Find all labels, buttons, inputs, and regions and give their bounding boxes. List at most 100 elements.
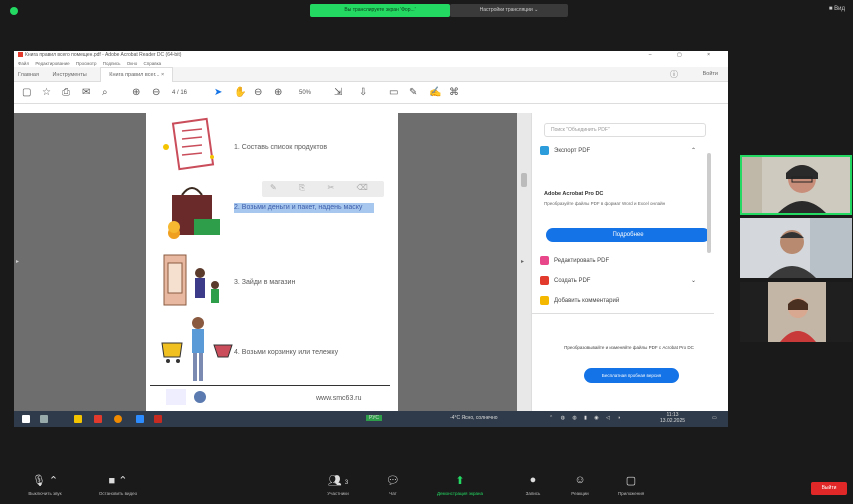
zoom-level[interactable]: 50% (299, 90, 311, 96)
selection-toolbar[interactable]: ✎ ⎘ ✂ ⌫ (262, 181, 384, 197)
zoom-app-icon[interactable] (136, 415, 144, 423)
chrome-icon[interactable] (114, 415, 122, 423)
zoom-out-icon[interactable]: ⊖ (254, 87, 262, 98)
edit-pdf-item[interactable]: Редактировать PDF (540, 253, 706, 269)
chevron-up-icon[interactable]: ⌃ (691, 143, 696, 159)
footer-emblem-icon (194, 391, 206, 403)
page-down-icon[interactable]: ⊖ (152, 87, 160, 98)
microphone-icon: 🎙︎ ⌃ (31, 475, 59, 487)
participant-video-3[interactable] (740, 282, 852, 342)
create-icon[interactable]: ▢ (22, 87, 31, 98)
sign-in-button[interactable]: Войти (703, 67, 718, 82)
add-comment-item[interactable]: Добавить комментарий (540, 293, 706, 309)
site-url[interactable]: www.smc63.ru (316, 395, 362, 402)
comment-icon[interactable]: ▭ (389, 87, 398, 98)
chevron-down-icon[interactable]: ⌄ (691, 273, 696, 289)
select-cursor-icon[interactable]: ➤ (214, 87, 222, 98)
bookmark-star-icon[interactable]: ☆ (42, 87, 51, 98)
language-indicator[interactable]: РУС (366, 415, 383, 421)
document-scrollbar[interactable]: ▸ (517, 113, 531, 411)
document-area: ▸ 1. Составь список продуктов 2. Возьми … (14, 113, 728, 411)
cart-illustration (161, 317, 233, 381)
clock[interactable]: 11:13 13.02.2025 (660, 412, 685, 424)
promo-text: Преобразуйте файлы PDF в формат Word и E… (544, 201, 666, 206)
view-button[interactable]: ■ Вид (829, 6, 845, 12)
free-trial-button[interactable]: Бесплатная пробная версия (584, 368, 679, 383)
acrobat-app-icon[interactable] (154, 415, 162, 423)
apps-label: Приложения (617, 491, 645, 496)
menu-edit[interactable]: Редактирование (35, 61, 69, 66)
fit-page-icon[interactable]: ⇲ (334, 87, 342, 98)
participants-label: Участники (327, 491, 349, 496)
page-up-icon[interactable]: ⊕ (132, 87, 140, 98)
system-tray-icons[interactable]: ⌃ ◍ ◍ ▮ ◉ ◁ ◑ (549, 415, 623, 421)
create-pdf-icon (540, 276, 549, 285)
participant-video-1[interactable] (740, 155, 852, 215)
highlight-pen-icon[interactable]: ✎ (409, 87, 417, 98)
menu-sign[interactable]: Подпись (103, 61, 121, 66)
acrobat-toolbar: ▢ ☆ ⎙ ✉ ⌕ ⊕ ⊖ 4 / 16 ➤ ✋ ⊖ ⊕ 50% ⇲ ⇩ ▭ ✎… (14, 82, 728, 104)
selection-actions-icon[interactable]: ✎ ⎘ ✂ ⌫ (270, 183, 378, 193)
add-comment-label: Добавить комментарий (554, 298, 620, 304)
participants-icon: 👥︎ 3 (327, 475, 349, 487)
file-explorer-icon[interactable] (74, 415, 82, 423)
weather-widget[interactable]: -4°C Ясно, солнечно (450, 415, 498, 421)
panel-divider (532, 313, 714, 314)
share-screen-label: Демонстрация экрана (437, 491, 483, 496)
create-pdf-item[interactable]: Создать PDF ⌄ (540, 273, 706, 289)
export-pdf-item[interactable]: Экспорт PDF ⌃ (540, 143, 706, 159)
participant-2-image (740, 218, 852, 278)
sign-icon[interactable]: ✍ (429, 87, 441, 98)
fill-sign-icon[interactable]: ⌘ (449, 87, 459, 98)
scroll-thumb[interactable] (521, 173, 527, 187)
record-button[interactable]: ● Запись (516, 474, 550, 496)
search-icon[interactable]: ⌕ (102, 87, 108, 98)
apps-button[interactable]: ▢ Приложения (606, 474, 656, 496)
menu-view[interactable]: Просмотр (76, 61, 97, 66)
participant-video-2[interactable] (740, 218, 852, 278)
tab-tools[interactable]: Инструменты (52, 72, 86, 78)
tab-home[interactable]: Главная (18, 72, 39, 78)
menu-window[interactable]: Окно (127, 61, 137, 66)
window-controls[interactable]: – ▢ × (649, 51, 722, 60)
task-view-icon[interactable] (40, 415, 48, 423)
step-1-text: 1. Составь список продуктов (234, 144, 328, 151)
tools-search-input[interactable]: Поиск "Объединить PDF" (544, 123, 706, 137)
print-icon[interactable]: ⎙ (62, 87, 70, 98)
reactions-button[interactable]: ☺ Реакции (560, 474, 600, 496)
right-gutter (398, 113, 517, 411)
scroll-mode-icon[interactable]: ⇩ (359, 87, 367, 98)
yandex-browser-icon[interactable] (94, 415, 102, 423)
panel-scrollbar[interactable] (707, 153, 711, 253)
record-label: Запись (525, 491, 541, 496)
chat-button[interactable]: 💬︎ Чат (378, 474, 408, 496)
help-icon[interactable]: ⓘ (670, 67, 678, 82)
window-title: Книга правил всего помещен.pdf - Adobe A… (25, 52, 182, 58)
reactions-label: Реакции (571, 491, 589, 496)
share-screen-button[interactable]: ⬆ Демонстрация экрана (420, 474, 500, 496)
hand-tool-icon[interactable]: ✋ (234, 87, 246, 98)
stop-video-button[interactable]: ■ ⌃ Остановить видео (88, 474, 148, 496)
more-info-button[interactable]: Подробнее (546, 228, 710, 242)
tools-panel: Поиск "Объединить PDF" Экспорт PDF ⌃ Ado… (531, 113, 714, 411)
menu-help[interactable]: Справка (144, 61, 162, 66)
pdf-page: 1. Составь список продуктов 2. Возьми де… (146, 113, 398, 411)
checklist-illustration (163, 117, 215, 171)
collapse-left-icon[interactable]: ▸ (16, 258, 19, 265)
share-options-button[interactable]: Настройки трансляции ⌄ (450, 4, 568, 17)
notifications-icon[interactable]: ▭ (712, 415, 717, 421)
zoom-in-icon[interactable]: ⊕ (274, 87, 282, 98)
sharing-banner: Вы транслируете экран 'Фор...' (310, 4, 450, 17)
participants-button[interactable]: 👥︎ 3 Участники (315, 474, 361, 496)
leave-meeting-button[interactable]: Выйти (811, 482, 847, 495)
expand-panel-icon[interactable]: ▸ (521, 258, 524, 265)
tab-document[interactable]: Книга правил всег... × (100, 67, 174, 82)
participant-1-image (742, 157, 850, 213)
page-indicator[interactable]: 4 / 16 (172, 90, 187, 96)
mute-button[interactable]: 🎙︎ ⌃ Выключить звук (20, 474, 70, 496)
email-icon[interactable]: ✉ (82, 87, 90, 98)
menu-file[interactable]: Файл (18, 61, 29, 66)
shop-illustration (163, 254, 219, 306)
security-shield-icon[interactable] (10, 7, 18, 15)
windows-start-icon[interactable] (22, 415, 30, 423)
